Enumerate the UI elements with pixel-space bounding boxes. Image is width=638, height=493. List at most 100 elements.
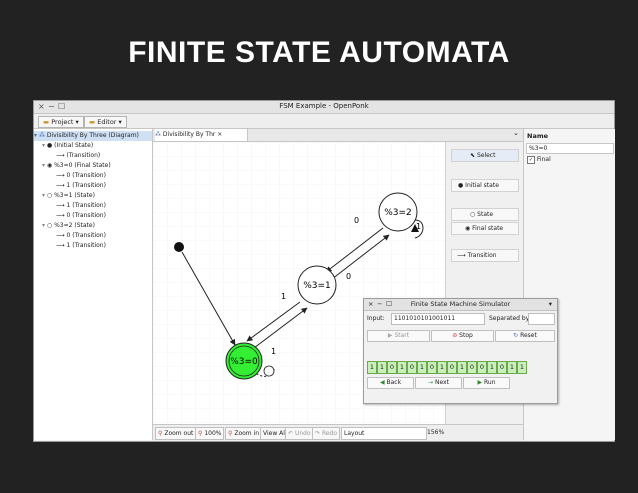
tree-item-diagram[interactable]: ▾ ⁂ Divisibility By Three (Diagram)	[34, 131, 152, 141]
tab-diagram[interactable]: ⁂ Divisibility By Thr ×	[155, 129, 248, 141]
tree-item-state[interactable]: ▾ ○ %3=1 (State)	[42, 191, 95, 201]
chevron-down-icon[interactable]: ▾	[549, 299, 552, 310]
folder-icon: ▬	[89, 118, 96, 126]
slide-heading: FINITE STATE AUTOMATA	[128, 36, 510, 69]
input-bit: 1	[397, 361, 407, 374]
loop-handle[interactable]	[263, 365, 275, 377]
transition-icon: ⟶	[56, 152, 65, 159]
back-icon: ◀	[379, 379, 385, 386]
next-button[interactable]: → Next	[415, 377, 462, 389]
tree-item-state[interactable]: ▾ ○ %3=2 (State)	[42, 221, 95, 231]
tree-item-label: 0 (Transition)	[66, 232, 106, 239]
redo-button[interactable]: ↷ Redo	[312, 427, 341, 440]
tree-item-transition[interactable]: ⟶ 0 (Transition)	[56, 231, 106, 241]
tree-item-initial-state[interactable]: ▾ ● (Initial State)	[42, 141, 93, 151]
expand-icon[interactable]: ▾	[42, 192, 45, 199]
initial-state-dot[interactable]	[174, 242, 184, 252]
close-icon[interactable]: ×	[217, 131, 222, 138]
undo-button[interactable]: ↶ Undo	[285, 427, 314, 440]
button-label: Undo	[294, 430, 311, 437]
project-menu-button[interactable]: ▬ Project ▾	[38, 116, 84, 128]
final-checkbox-row[interactable]: ✓ Final	[527, 156, 551, 164]
tree-item-transition[interactable]: ⟶ 1 (Transition)	[56, 241, 106, 251]
checkbox-icon[interactable]: ✓	[527, 156, 535, 164]
transition-label[interactable]: 0	[346, 272, 351, 281]
name-header: Name	[527, 132, 549, 140]
close-icon[interactable]: ×	[368, 299, 373, 310]
button-label: Start	[394, 332, 410, 339]
expand-icon[interactable]: ▾	[42, 222, 45, 229]
zoom-in-button[interactable]: ⚲ Zoom in	[225, 427, 263, 440]
select-tool[interactable]: ⬉ Select	[451, 149, 519, 162]
magnifier-icon: ⚲	[198, 430, 203, 437]
tree-item-transition[interactable]: ⟶ 1 (Transition)	[56, 181, 106, 191]
tree-item-final-state[interactable]: ▾ ◉ %3=0 (Final State)	[42, 161, 111, 171]
tree-item-transition[interactable]: ⟶ 0 (Transition)	[56, 211, 106, 221]
cursor-icon: ⬉	[470, 152, 476, 159]
diagram-icon: ⁂	[155, 131, 161, 138]
reset-button[interactable]: ↻ Reset	[495, 330, 555, 342]
name-field[interactable]: %3=0	[526, 143, 614, 154]
expand-icon[interactable]: ▾	[34, 132, 37, 139]
transition-label[interactable]: 0	[354, 216, 359, 225]
transition-label[interactable]: 1	[281, 292, 286, 301]
tree-item-transition[interactable]: ⟶ (Transition)	[56, 151, 100, 161]
minimize-icon[interactable]: −	[377, 299, 382, 310]
redo-icon: ↷	[315, 430, 321, 437]
tool-label: Initial state	[465, 182, 499, 189]
start-button[interactable]: ▶ Start	[367, 330, 430, 342]
button-label: 100%	[204, 430, 222, 437]
transition-icon: ⟶	[56, 172, 65, 179]
tool-label: Final state	[472, 225, 504, 232]
window-titlebar: × − ☐ FSM Example - OpenPonk	[34, 101, 614, 114]
transition-label[interactable]: 1	[416, 222, 421, 231]
tree-item-label: Divisibility By Three (Diagram)	[46, 132, 139, 139]
state-tool[interactable]: ○ State	[451, 208, 519, 221]
input-bit: 0	[427, 361, 437, 374]
expand-icon[interactable]: ▾	[42, 142, 45, 149]
button-label: Reset	[520, 332, 537, 339]
input-field[interactable]: 1101010101001011	[391, 313, 485, 325]
tree-item-label: (Transition)	[66, 152, 101, 159]
tool-label: State	[477, 211, 494, 218]
run-button[interactable]: ▶ Run	[463, 377, 510, 389]
zoom-100-button[interactable]: ⚲ 100%	[195, 427, 225, 440]
button-label: Run	[484, 379, 496, 386]
tree-item-label: (Initial State)	[54, 142, 94, 149]
expand-icon[interactable]: ▾	[42, 162, 45, 169]
input-bit: 1	[417, 361, 427, 374]
transition-icon: ⟶	[56, 182, 65, 189]
layout-dropdown[interactable]: Layout	[341, 427, 427, 440]
button-label: Zoom in	[234, 430, 260, 437]
tree-item-label: 0 (Transition)	[66, 212, 106, 219]
tree-item-transition[interactable]: ⟶ 0 (Transition)	[56, 171, 106, 181]
editor-menu-button[interactable]: ▬ Editor ▾	[84, 116, 127, 128]
input-bit: 0	[407, 361, 417, 374]
input-bit: 0	[477, 361, 487, 374]
transition-tool[interactable]: ⟶ Transition	[451, 249, 519, 262]
button-label: Zoom out	[164, 430, 194, 437]
chevron-down-icon[interactable]: ⌄	[513, 129, 519, 137]
input-bit: 0	[497, 361, 507, 374]
final-state-tool[interactable]: ◉ Final state	[451, 222, 519, 235]
transition-icon: ⟶	[56, 202, 65, 209]
stop-icon: ⊘	[452, 332, 458, 339]
folder-icon: ▬	[43, 118, 50, 126]
zoom-out-button[interactable]: ⚲ Zoom out	[155, 427, 197, 440]
input-bit: 1	[457, 361, 467, 374]
tree-item-transition[interactable]: ⟶ 1 (Transition)	[56, 201, 106, 211]
initial-state-tool[interactable]: ● Initial state	[451, 179, 519, 192]
stop-button[interactable]: ⊘ Stop	[431, 330, 494, 342]
transition-label[interactable]: 1	[271, 347, 276, 356]
simulator-title: Finite State Machine Simulator	[410, 300, 511, 308]
state-icon: ○	[470, 211, 476, 218]
maximize-icon[interactable]: ☐	[386, 299, 392, 310]
transition-icon: ⟶	[56, 242, 65, 249]
separated-by-label: Separated by:	[489, 315, 531, 322]
canvas-tabbar: ⁂ Divisibility By Thr × ⌄	[153, 129, 523, 142]
state-label: %3=2	[384, 208, 412, 218]
next-icon: →	[428, 379, 434, 386]
separator-field[interactable]	[528, 313, 555, 325]
tool-label: Transition	[467, 252, 497, 259]
back-button[interactable]: ◀ Back	[367, 377, 414, 389]
